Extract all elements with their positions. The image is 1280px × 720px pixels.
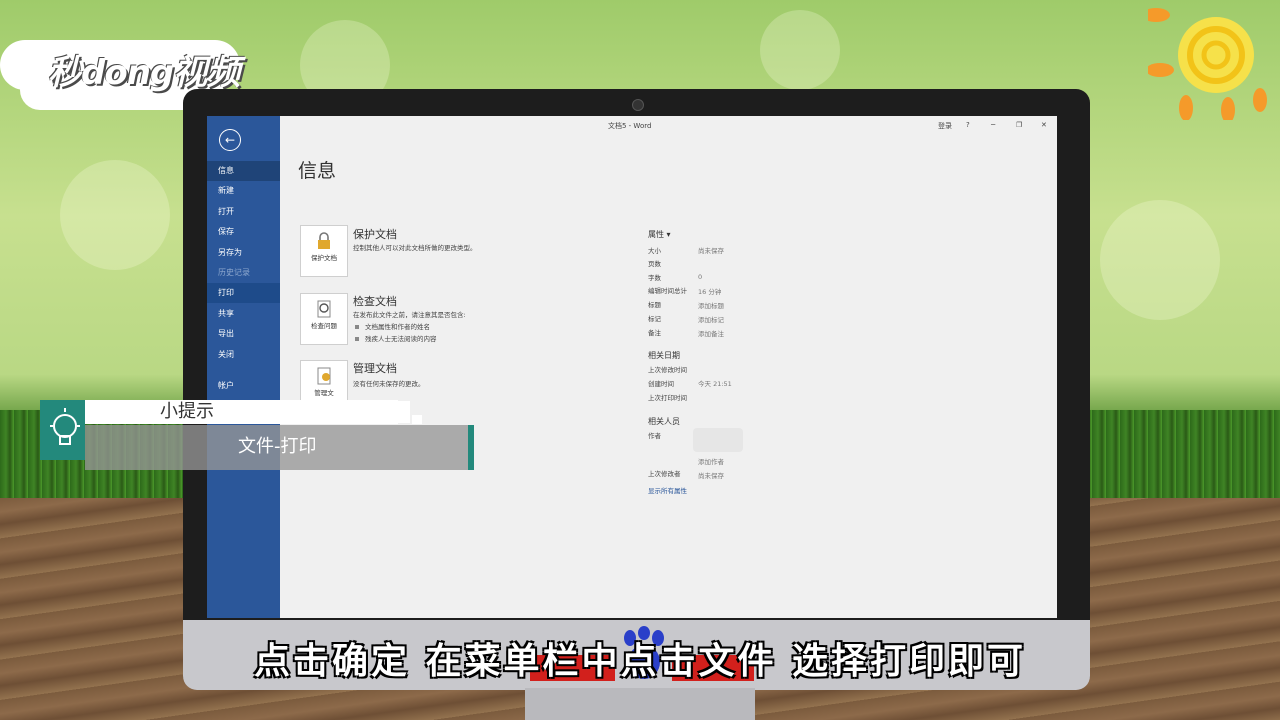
tip-text: 文件-打印: [238, 436, 317, 457]
prop-label: 标题: [648, 301, 661, 309]
protect-document-title: 保护文档: [353, 228, 397, 241]
add-author-link[interactable]: 添加作者: [698, 456, 724, 466]
inspect-document-title: 检查文档: [353, 295, 397, 308]
prop-label: 编辑时间总计: [648, 287, 687, 295]
sidebar-item-info[interactable]: 信息: [207, 161, 280, 181]
sidebar-item-export[interactable]: 导出: [207, 324, 280, 344]
sidebar-item-save-as[interactable]: 另存为: [207, 243, 280, 263]
bokeh-light: [1100, 200, 1220, 320]
tip-title-bar: [85, 400, 398, 424]
last-modified-by-label: 上次修改者: [648, 470, 681, 478]
monitor-stand: [525, 688, 755, 720]
prop-label: 标记: [648, 315, 661, 323]
sidebar-item-account[interactable]: 帐户: [207, 376, 280, 396]
author-avatar: [693, 428, 743, 452]
prop-label: 上次修改时间: [648, 366, 687, 374]
prop-value: 16 分钟: [698, 288, 722, 296]
lock-icon: [318, 232, 330, 249]
lightbulb-icon-graphic: [50, 408, 80, 445]
prop-value: 尚未保存: [698, 247, 724, 255]
tip-accent-bar: [468, 425, 474, 470]
sidebar-item-save[interactable]: 保存: [207, 222, 280, 242]
inspect-bullet: 文档属性和作者的姓名: [355, 321, 430, 331]
webcam: [632, 99, 644, 111]
manage-document-label: 管理文: [314, 389, 334, 397]
inspect-bullet: 残疾人士无法阅读的内容: [355, 333, 437, 343]
check-issues-label: 检查问题: [311, 322, 337, 330]
page-title: 信息: [298, 160, 337, 182]
restore-icon[interactable]: ❐: [1016, 121, 1022, 129]
backstage-sidebar: ← 信息 新建 打开 保存 另存为 历史记录 打印 共享 导出 关闭 帐户: [207, 116, 280, 618]
related-dates-header: 相关日期: [648, 351, 680, 360]
tip-decoration: [412, 415, 422, 424]
sidebar-item-print[interactable]: 打印: [207, 283, 280, 303]
title-bar: 文档5 - Word 登录 ? ─ ❐ ✕: [280, 116, 1057, 136]
last-modified-by-value: 尚未保存: [698, 472, 724, 480]
bokeh-light: [60, 160, 170, 270]
properties-header[interactable]: 属性 ▾: [648, 229, 671, 240]
video-subtitle: 点击确定 在菜单栏中点击文件 选择打印即可: [253, 641, 1027, 682]
protect-document-desc: 控制其他人可以对此文档所做的更改类型。: [353, 244, 477, 252]
protect-document-label: 保护文档: [311, 254, 337, 262]
document-title: 文档5 - Word: [608, 122, 652, 130]
prop-label: 上次打印时间: [648, 394, 687, 402]
check-issues-button[interactable]: 检查问题: [300, 293, 348, 345]
manage-document-title: 管理文档: [353, 362, 397, 375]
related-people-header: 相关人员: [648, 417, 680, 426]
close-icon[interactable]: ✕: [1041, 121, 1047, 129]
sidebar-item-share[interactable]: 共享: [207, 304, 280, 324]
login-link[interactable]: 登录: [938, 121, 952, 131]
help-icon[interactable]: ?: [966, 121, 970, 129]
prop-label: 大小: [648, 247, 661, 255]
back-arrow-icon[interactable]: ←: [219, 129, 241, 151]
sidebar-item-new[interactable]: 新建: [207, 181, 280, 201]
lightbulb-icon: [40, 400, 85, 460]
inspect-document-desc: 在发布此文件之前，请注意其是否包含:: [353, 311, 466, 319]
author-label: 作者: [648, 432, 661, 440]
sun-icon: [1148, 8, 1267, 120]
brand-logo: 秒dong视频: [48, 53, 240, 93]
sidebar-item-history[interactable]: 历史记录: [207, 263, 280, 283]
prop-value: 0: [698, 273, 703, 281]
tip-title: 小提示: [160, 401, 214, 422]
prop-label: 创建时间: [648, 380, 674, 388]
sidebar-item-close[interactable]: 关闭: [207, 345, 280, 365]
show-all-properties-link[interactable]: 显示所有属性: [648, 485, 687, 495]
add-comment-field[interactable]: 添加备注: [698, 328, 724, 338]
manage-document-desc: 没有任何未保存的更改。: [353, 380, 425, 388]
sidebar-item-open[interactable]: 打开: [207, 202, 280, 222]
word-backstage-window: ← 信息 新建 打开 保存 另存为 历史记录 打印 共享 导出 关闭 帐户 文档…: [207, 116, 1057, 618]
prop-label: 页数: [648, 260, 661, 268]
bokeh-light: [760, 10, 840, 90]
inspect-document-icon: [317, 300, 331, 318]
prop-label: 备注: [648, 329, 661, 337]
manage-document-button[interactable]: 管理文: [300, 360, 348, 404]
add-title-field[interactable]: 添加标题: [698, 300, 724, 310]
protect-document-button[interactable]: 保护文档: [300, 225, 348, 277]
prop-label: 字数: [648, 274, 661, 282]
tip-decoration: [398, 401, 410, 423]
add-tag-field[interactable]: 添加标记: [698, 314, 724, 324]
manage-document-icon: [317, 367, 331, 385]
prop-value: 今天 21:51: [698, 380, 732, 388]
minimize-icon[interactable]: ─: [991, 121, 995, 129]
